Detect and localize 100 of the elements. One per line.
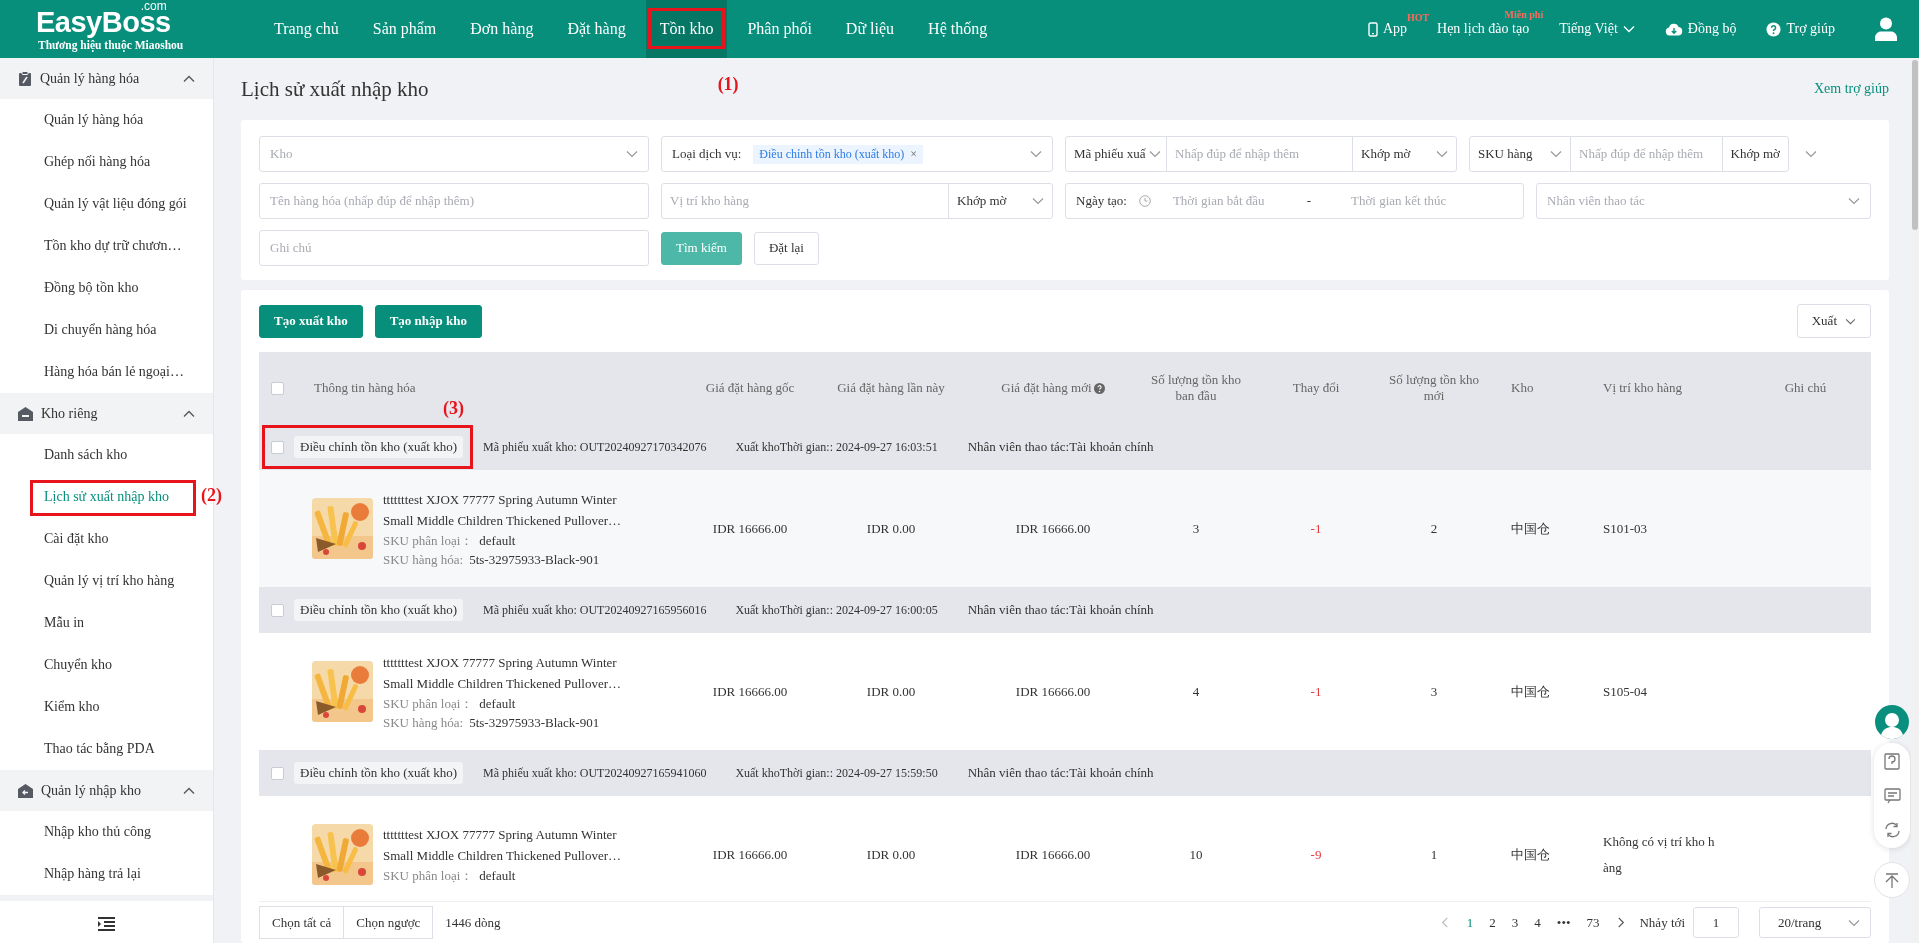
nav-tab[interactable]: Phân phối	[733, 0, 826, 58]
message-icon[interactable]	[1883, 788, 1901, 804]
export-button[interactable]: Xuất	[1796, 304, 1871, 338]
page-link[interactable]: 1	[1466, 914, 1474, 931]
previous-page-icon[interactable]	[1440, 917, 1449, 928]
sidebar-item[interactable]: Di chuyển hàng hóa	[0, 309, 198, 351]
column-header: Thông tin hàng hóa	[314, 380, 416, 396]
page-link[interactable]: 73	[1586, 914, 1600, 931]
help-link[interactable]: Xem trợ giúp	[1813, 81, 1889, 97]
field-label: SKU phân loại：	[383, 531, 474, 550]
column-header: Kho	[1511, 380, 1534, 396]
sidebar-item[interactable]: Quản lý hàng hóa	[0, 99, 198, 141]
type-tag: Điều chỉnh tồn kho (xuất kho)	[294, 436, 464, 458]
document-icon[interactable]	[1884, 753, 1900, 770]
checkbox[interactable]	[271, 603, 284, 617]
order-number: Mã phiếu xuất kho: OUT20240927165941060	[483, 765, 707, 781]
scrollbar-thumb[interactable]	[1912, 60, 1918, 230]
page-input[interactable]: 1	[1693, 907, 1739, 938]
sidebar-item[interactable]: Cài đặt kho	[0, 518, 198, 560]
select-all-button[interactable]: Chọn tất cả	[259, 906, 345, 939]
back-to-top-icon[interactable]	[1874, 862, 1910, 898]
header-link[interactable]: Trợ giúp	[1766, 21, 1835, 37]
sidebar-item[interactable]: Quản lý vị trí kho hàng	[0, 560, 198, 602]
clock-icon	[1138, 195, 1151, 207]
page-link[interactable]: 3	[1511, 914, 1519, 931]
table-cell: 3	[1430, 683, 1438, 700]
sidebar-group-header[interactable]: Quản lý nhập kho	[0, 770, 213, 811]
operator: Nhân viên thao tác:Tài khoản chính	[967, 439, 1154, 455]
page-size-select[interactable]: 20/trang	[1759, 907, 1871, 938]
sidebar-item[interactable]: Kiểm kho	[0, 686, 198, 728]
sidebar-item[interactable]: Ghép nối hàng hóa	[0, 141, 198, 183]
nav-tab[interactable]: Dữ liệu	[831, 0, 909, 58]
table-cell-text: Không có vị trí kho hàng	[1603, 832, 1715, 877]
sidebar-item[interactable]: Nhập kho thủ công	[0, 811, 198, 853]
column-header: Giá đặt hàng lần này	[837, 380, 945, 396]
cloud-download-icon	[1664, 22, 1683, 36]
nav-tab[interactable]: Đặt hàng	[553, 0, 640, 58]
table-cell: 1	[1430, 846, 1438, 863]
sidebar-group-header[interactable]: Kho riêng	[0, 393, 213, 434]
clipboard-icon	[18, 71, 32, 86]
nav-tab[interactable]: Sản phẩm	[358, 0, 451, 58]
service-type-select[interactable]: Loại dịch vụ: Điều chỉnh tồn kho (xuất kho) ×	[661, 136, 1053, 172]
sidebar-group-header[interactable]: Quản lý hàng hóa	[0, 58, 213, 99]
table-cell: -1	[1310, 520, 1322, 537]
next-page-icon[interactable]	[1617, 917, 1626, 928]
sidebar-item[interactable]: Tồn kho dự trữ chươn…	[0, 225, 198, 267]
page-link[interactable]: 4	[1534, 914, 1541, 931]
type-tag: Điều chỉnh tồn kho (xuất kho)	[294, 762, 464, 784]
expand-filters-icon[interactable]	[1805, 150, 1817, 158]
header-link[interactable]: App	[1367, 21, 1408, 37]
header-link[interactable]: Đồng bộ	[1664, 21, 1737, 37]
filter-button[interactable]: Đặt lại	[753, 231, 819, 265]
checkbox[interactable]	[271, 381, 284, 395]
table-cell: 2	[1430, 520, 1438, 537]
help-icon[interactable]	[1093, 382, 1105, 394]
sidebar-item[interactable]: Mẫu in	[0, 602, 198, 644]
header-link[interactable]: Hẹn lịch đào tạo	[1437, 21, 1530, 37]
phone-icon	[1367, 21, 1378, 37]
sidebar-item[interactable]: Thao tác bằng PDA	[0, 728, 198, 770]
field-label: SKU hàng hóa:	[383, 713, 464, 732]
date-range-field[interactable]: Ngày tạo: Thời gian bắt đầu - Thời gian kết thúc	[1065, 183, 1524, 219]
field-label: SKU phân loại：	[383, 867, 474, 885]
product-name[interactable]: tttttttest XJOX 77777 Spring Autumn Winter Small Middle Children Thickened Pullover…	[383, 824, 641, 866]
chevron-down-icon	[1848, 918, 1860, 927]
refresh-icon[interactable]	[1883, 822, 1901, 838]
chevron-down-icon	[1845, 317, 1856, 325]
badge-label: HOT	[1407, 12, 1430, 23]
sidebar-item[interactable]: Danh sách kho	[0, 434, 198, 476]
nav-tab[interactable]: Đơn hàng	[456, 0, 548, 58]
page-link[interactable]: •••	[1556, 914, 1571, 931]
create-button[interactable]: Tạo xuất kho	[259, 304, 363, 338]
assistant-avatar-icon[interactable]	[1875, 705, 1909, 739]
table-cell: IDR 16666.00	[712, 520, 788, 537]
sidebar-item[interactable]: Lịch sử xuất nhập kho	[0, 476, 198, 518]
sidebar-item[interactable]: Đồng bộ tồn kho	[0, 267, 198, 309]
field-label: SKU hàng hóa:	[383, 550, 464, 569]
badge-label: Miễn phí	[1504, 9, 1544, 20]
nav-tab[interactable]: Hệ thống	[914, 0, 1002, 58]
table-cell: IDR 0.00	[866, 683, 916, 700]
column-header: Vị trí kho hàng	[1603, 380, 1683, 396]
product-name[interactable]: tttttttest XJOX 77777 Spring Autumn Winter Small Middle Children Thickened Pullover…	[383, 488, 641, 531]
remove-tag-button[interactable]: ×	[910, 146, 918, 162]
column-header: Ghi chú	[1784, 380, 1827, 396]
table-cell: IDR 0.00	[866, 520, 916, 537]
sidebar-item[interactable]: Chuyển kho	[0, 644, 198, 686]
checkbox[interactable]	[271, 766, 284, 780]
sidebar-item[interactable]: Nhập hàng trả lại	[0, 853, 198, 895]
product-name[interactable]: tttttttest XJOX 77777 Spring Autumn Winter Small Middle Children Thickened Pullover…	[383, 651, 641, 694]
user-icon[interactable]	[1875, 17, 1897, 41]
sidebar-item[interactable]: Quản lý vật liệu đóng gói	[0, 183, 198, 225]
page-link[interactable]: 2	[1489, 914, 1496, 931]
nav-tab[interactable]: Trang chủ	[260, 0, 353, 58]
chevron-down-icon	[1622, 25, 1635, 33]
sidebar-item[interactable]: Hàng hóa bán lẻ ngoại…	[0, 351, 198, 393]
create-button[interactable]: Tạo nhập kho	[374, 304, 483, 338]
checkbox[interactable]	[271, 440, 284, 454]
order-number: Mã phiếu xuất kho: OUT20240927165956016	[483, 602, 707, 618]
invert-selection-button[interactable]: Chọn ngược	[344, 906, 434, 939]
collapse-menu-icon[interactable]	[98, 917, 115, 931]
header-link[interactable]: Tiếng Việt	[1559, 21, 1635, 37]
